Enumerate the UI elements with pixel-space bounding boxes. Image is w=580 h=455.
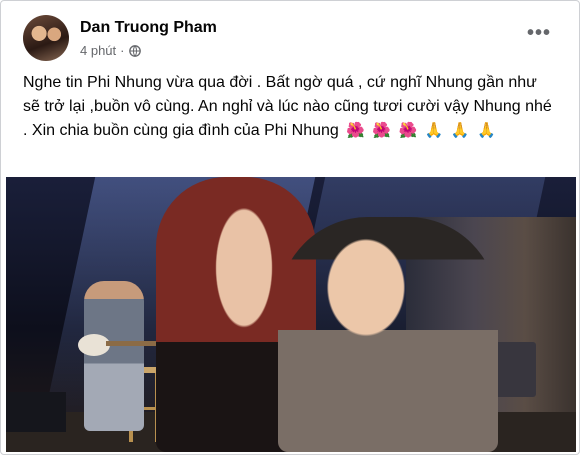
stage-speaker bbox=[6, 392, 66, 432]
more-options-icon[interactable]: ••• bbox=[527, 23, 551, 43]
globe-icon[interactable] bbox=[128, 44, 141, 57]
author-name[interactable]: Dan Truong Pham bbox=[80, 19, 217, 37]
man-figure bbox=[278, 217, 498, 452]
pray-emoji-3: 🙏 bbox=[476, 122, 496, 139]
post-text: Nghe tin Phi Nhung vừa qua đời . Bất ngờ… bbox=[23, 74, 552, 139]
flower-emoji-2: 🌺 bbox=[372, 122, 392, 139]
flower-emoji-1: 🌺 bbox=[346, 122, 365, 139]
meta-separator: · bbox=[120, 43, 125, 58]
post-header: Dan Truong Pham 4 phút · ••• bbox=[23, 15, 563, 63]
post-text-block: Nghe tin Phi Nhung vừa qua đời . Bất ngờ… bbox=[23, 71, 553, 143]
post-photo[interactable] bbox=[6, 177, 576, 452]
flower-emoji-3: 🌺 bbox=[398, 122, 418, 139]
post-time[interactable]: 4 phút bbox=[80, 43, 116, 58]
post-meta: 4 phút · bbox=[80, 43, 141, 58]
pray-emoji-1: 🙏 bbox=[424, 122, 444, 139]
avatar[interactable] bbox=[23, 15, 69, 61]
pray-emoji-2: 🙏 bbox=[450, 122, 470, 139]
facebook-post: Dan Truong Pham 4 phút · ••• Nghe tin Ph… bbox=[0, 0, 580, 455]
